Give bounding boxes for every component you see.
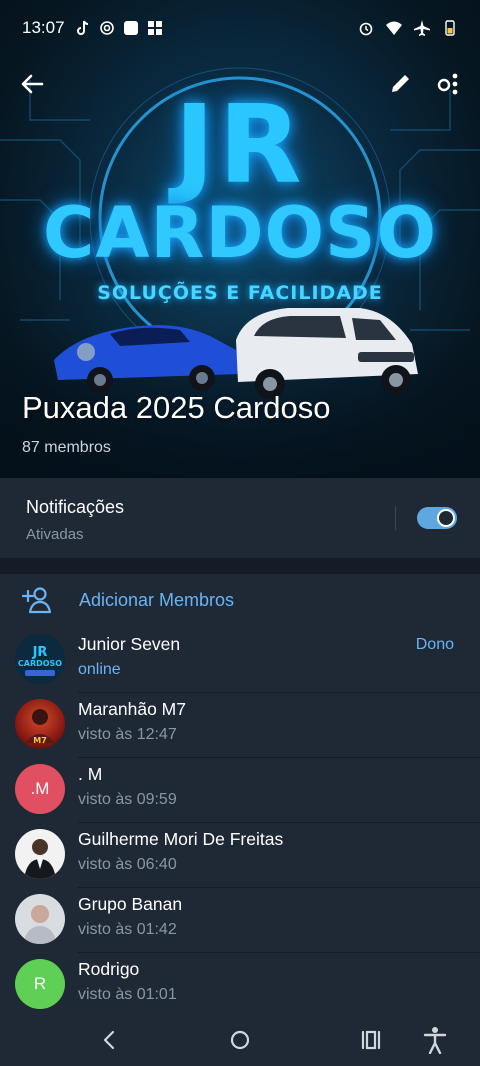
avatar: M7 xyxy=(15,699,65,749)
windows-icon xyxy=(147,21,162,35)
photo-avatar-icon xyxy=(24,839,56,879)
wifi-icon xyxy=(386,21,402,35)
status-time: 13:07 xyxy=(22,18,65,37)
member-status: visto às 12:47 xyxy=(78,726,177,743)
group-cover: 13:07 JR CARDOSO SOLUÇÕES E FACILIDADE P… xyxy=(0,0,480,478)
alarm-icon xyxy=(359,22,373,36)
member-status: visto às 01:01 xyxy=(78,986,177,1003)
member-role: Dono xyxy=(415,636,454,653)
avatar: .M xyxy=(15,764,65,814)
photo-avatar-icon xyxy=(23,905,57,944)
notifications-toggle[interactable] xyxy=(417,507,457,529)
member-status: visto às 09:59 xyxy=(78,791,177,808)
status-bar: 13:07 xyxy=(0,0,480,56)
member-name: Junior Seven xyxy=(78,634,181,654)
add-members-button[interactable]: Adicionar Membros xyxy=(0,574,480,626)
member-row[interactable]: R Rodrigo visto às 01:01 xyxy=(0,953,480,1018)
notifications-status: Ativadas xyxy=(26,526,84,543)
section-gap xyxy=(0,558,480,574)
member-row[interactable]: Grupo Banan visto às 01:42 xyxy=(0,888,480,953)
tiktok-icon xyxy=(76,20,88,35)
members-list: Adicionar Membros JR CARDOSO Junior Seve… xyxy=(0,574,480,1014)
member-name: . M xyxy=(78,764,103,784)
member-name: Rodrigo xyxy=(78,959,140,979)
add-members-label: Adicionar Membros xyxy=(79,590,235,610)
member-row[interactable]: .M . M visto às 09:59 xyxy=(0,758,480,823)
group-title: Puxada 2025 Cardoso xyxy=(22,390,331,425)
nav-home-icon[interactable] xyxy=(225,1026,255,1054)
member-row[interactable]: JR CARDOSO Junior Seven online Dono xyxy=(0,628,480,693)
system-navigation-bar xyxy=(0,1014,480,1066)
nav-recents-icon[interactable] xyxy=(356,1026,386,1054)
member-status: visto às 01:42 xyxy=(78,921,177,938)
logo-avatar-icon: JR CARDOSO xyxy=(15,634,65,684)
member-row[interactable]: M7 Maranhão M7 visto às 12:47 xyxy=(0,693,480,758)
svg-text:M7: M7 xyxy=(33,736,47,745)
nav-back-icon[interactable] xyxy=(95,1026,125,1054)
member-name: Grupo Banan xyxy=(78,894,183,914)
avatar-initials: R xyxy=(33,974,47,993)
notifications-label: Notificações xyxy=(26,497,125,517)
member-name: Guilherme Mori De Freitas xyxy=(78,829,284,849)
accessibility-icon[interactable] xyxy=(420,1026,450,1054)
avatar xyxy=(15,829,65,879)
member-name: Maranhão M7 xyxy=(78,699,186,719)
member-row[interactable]: Guilherme Mori De Freitas visto às 06:40 xyxy=(0,823,480,888)
airplane-icon xyxy=(414,20,430,36)
divider xyxy=(395,506,396,530)
member-status: visto às 06:40 xyxy=(78,856,177,873)
notifications-row[interactable]: Notificações Ativadas xyxy=(0,478,480,558)
spiral-icon xyxy=(99,21,114,35)
photo-avatar-icon: M7 xyxy=(25,709,55,745)
avatar-initials: .M xyxy=(30,779,50,798)
member-count: 87 membros xyxy=(22,439,111,456)
avatar: JR CARDOSO xyxy=(15,634,65,684)
square-app-icon xyxy=(123,21,138,35)
logo-text-jr: JR xyxy=(174,83,306,208)
logo-text-cardoso: CARDOSO xyxy=(43,192,437,274)
avatar: R xyxy=(15,959,65,1009)
svg-text:JR: JR xyxy=(32,645,48,660)
add-person-icon xyxy=(22,587,52,614)
svg-text:CARDOSO: CARDOSO xyxy=(18,659,62,668)
member-status: online xyxy=(78,661,121,678)
toggle-knob xyxy=(437,509,455,527)
avatar xyxy=(15,894,65,944)
battery-icon xyxy=(445,20,455,36)
